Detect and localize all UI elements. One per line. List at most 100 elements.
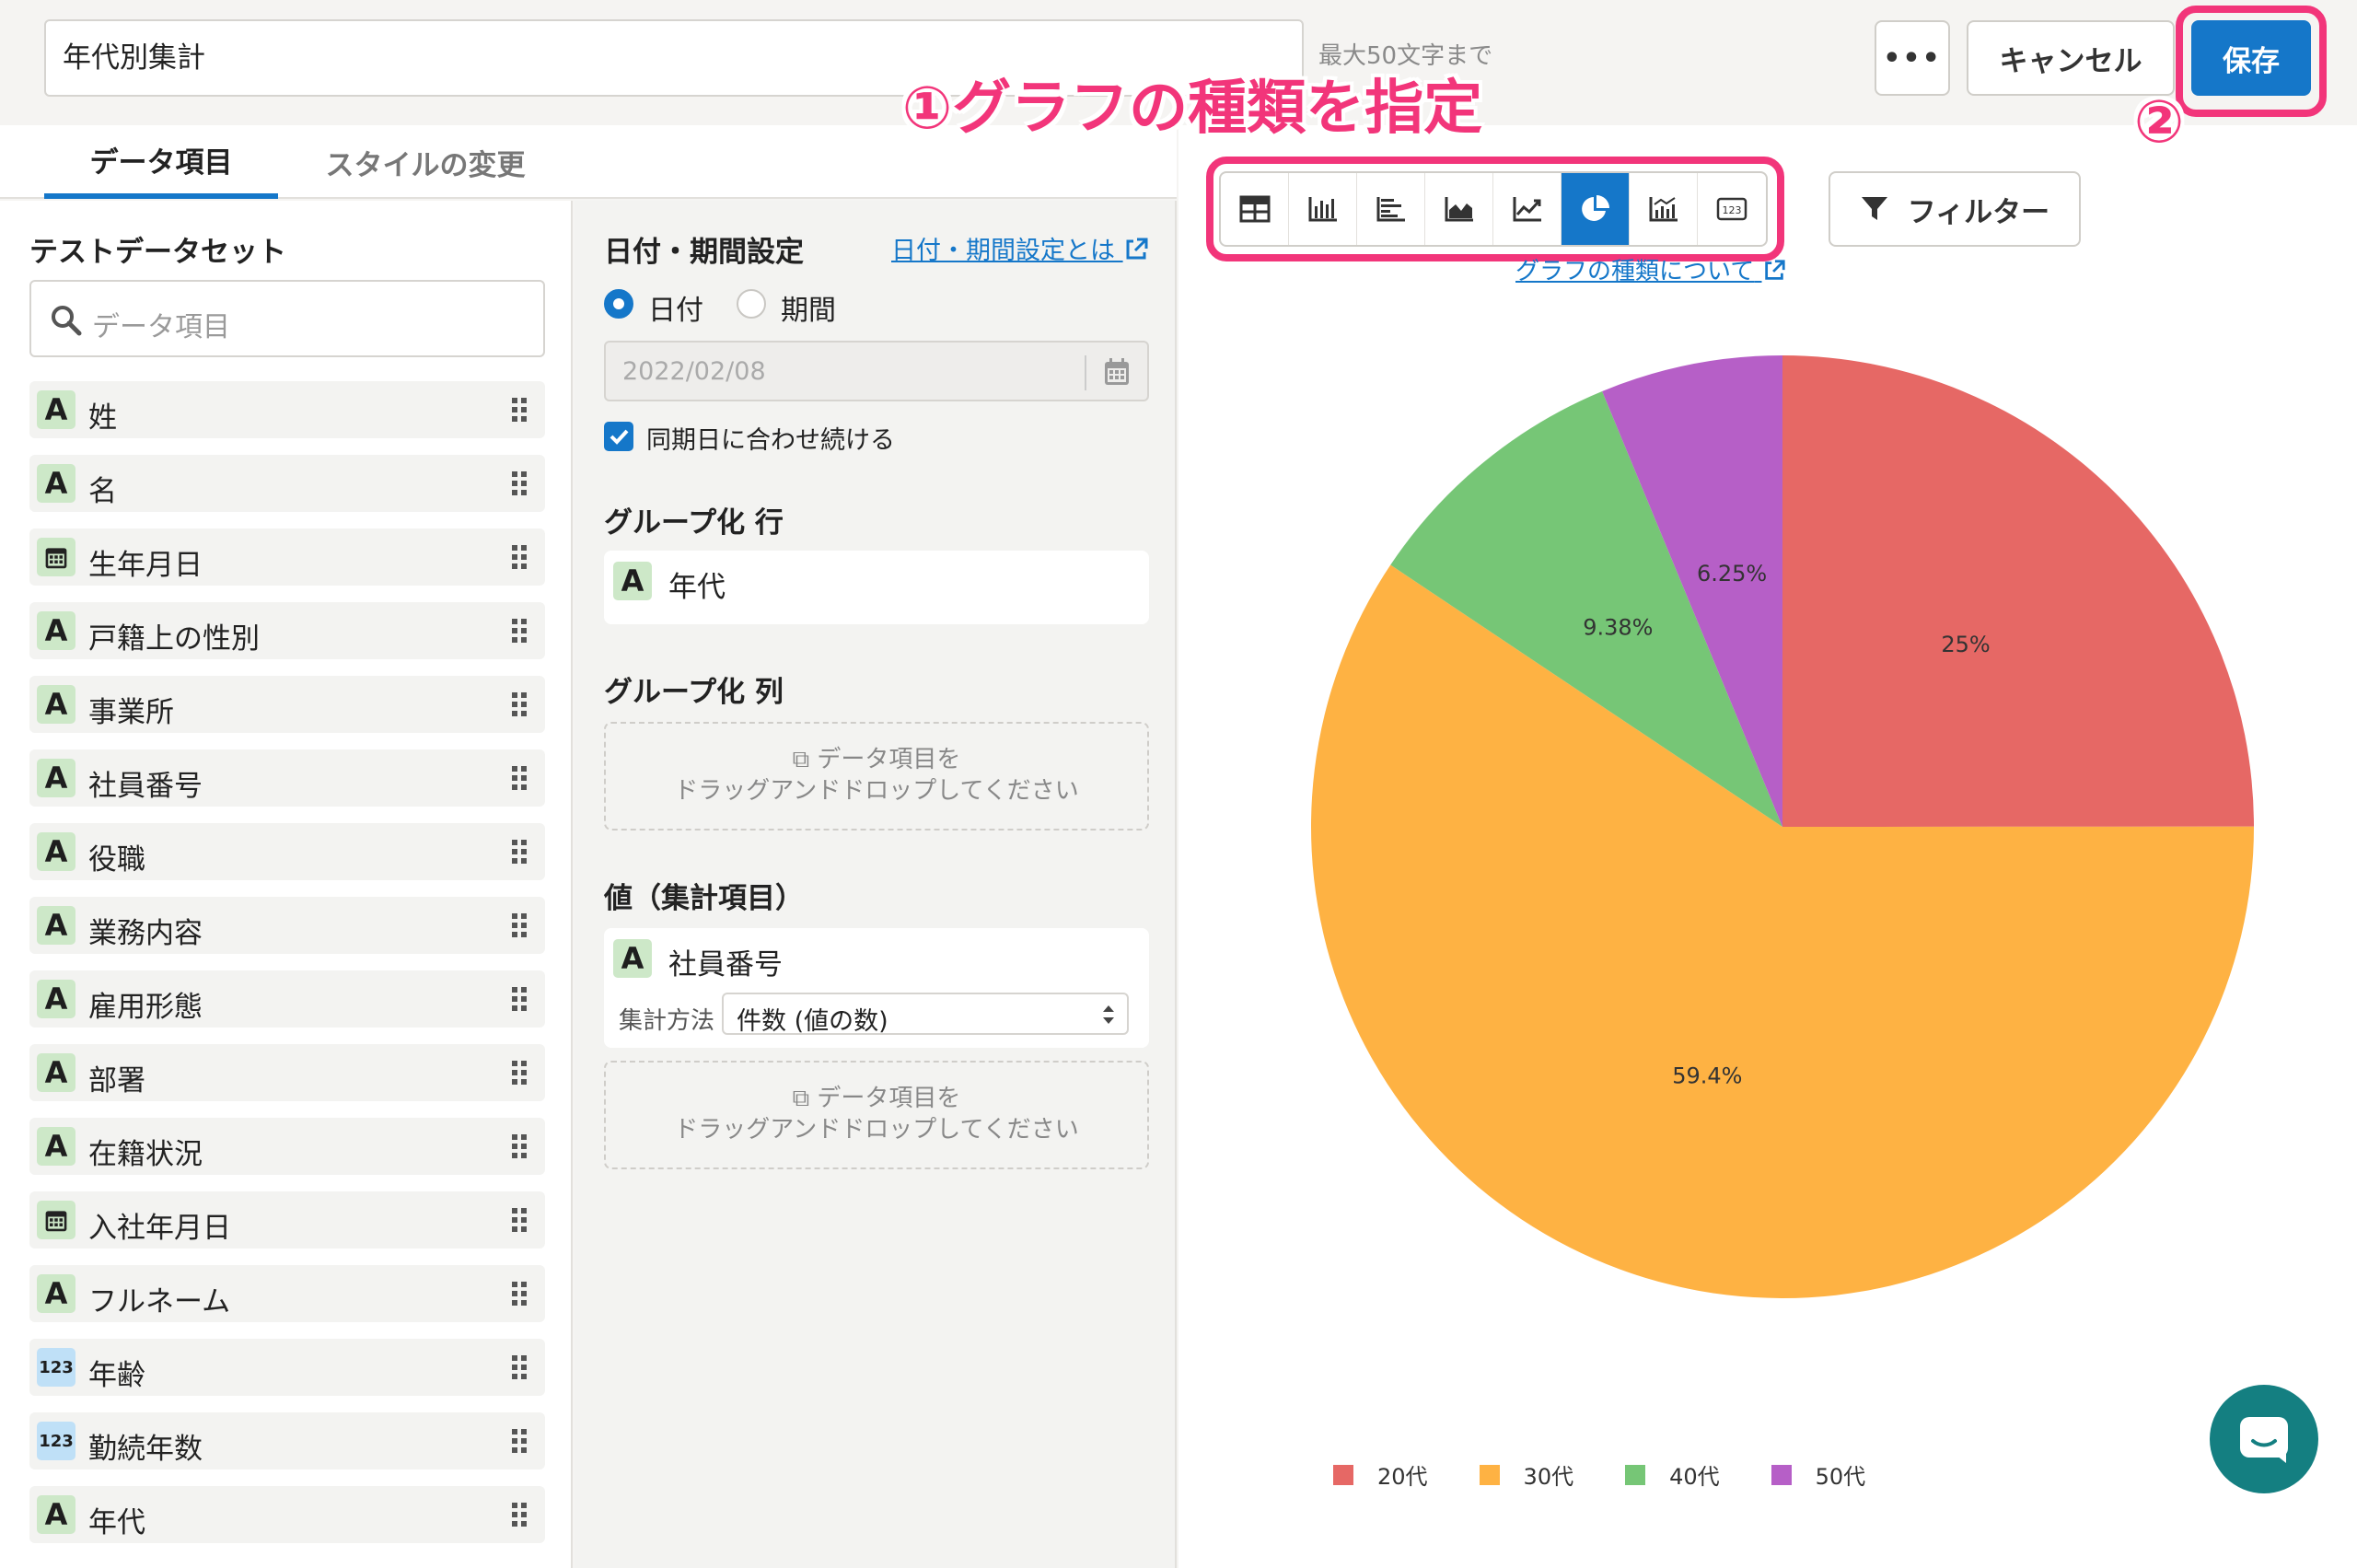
number-type-icon: 123 (37, 1348, 75, 1387)
field-item-label: 部署 (88, 1064, 145, 1098)
aggregation-select[interactable]: 件数 (値の数) (722, 993, 1129, 1036)
value-dropzone[interactable]: ⧉ データ項目を ドラッグアンドドロップしてください (604, 1061, 1149, 1169)
field-item-label: 業務内容 (88, 917, 203, 950)
group-row-field[interactable]: A 年代 (604, 551, 1149, 624)
field-item[interactable]: A 業務内容 (29, 897, 545, 954)
date-settings-help-link[interactable]: 日付・期間設定とは (891, 230, 1149, 266)
field-item[interactable]: A名 (29, 455, 545, 512)
field-item-label: 勤続年数 (88, 1433, 203, 1466)
drag-handle-icon[interactable] (510, 1206, 528, 1234)
field-item-label: 事業所 (88, 696, 174, 729)
field-item-label: 生年月日 (88, 549, 203, 582)
field-item-label: 年齢 (88, 1359, 145, 1392)
legend-swatch (1479, 1464, 1500, 1485)
cancel-button[interactable]: キャンセル (1967, 20, 2175, 96)
dropzone-line2: ドラッグアンドドロップしてください (674, 1116, 1079, 1144)
date-value: 2022/02/08 (622, 357, 766, 386)
text-type-icon: A (37, 1127, 75, 1166)
checkmark-icon (610, 429, 629, 445)
pie-slice[interactable] (1782, 355, 2254, 827)
same-day-label: 同期日に合わせ続ける (646, 426, 895, 455)
drag-handle-icon[interactable] (510, 838, 528, 865)
dropzone-line1: データ項目を (817, 746, 961, 773)
annotation-step1: ①グラフの種類を指定 (902, 75, 1483, 143)
field-item[interactable]: A姓 (29, 381, 545, 438)
field-item[interactable]: A 役職 (29, 823, 545, 880)
drag-handle-icon[interactable] (510, 1280, 528, 1307)
radio-date-label: 日付 (648, 295, 703, 327)
legend-item[interactable]: 20代 (1333, 1458, 1428, 1491)
same-day-checkbox[interactable] (604, 422, 633, 451)
field-item[interactable]: A 戸籍上の性別 (29, 602, 545, 659)
text-type-icon: A (37, 759, 75, 797)
radio-period-label: 期間 (781, 295, 836, 327)
chat-widget-button[interactable] (2210, 1385, 2318, 1493)
field-item-label: フルネーム (88, 1285, 231, 1318)
field-item[interactable]: A 雇用形態 (29, 970, 545, 1028)
drag-handle-icon[interactable] (510, 396, 528, 424)
drag-icon: ⧉ (792, 746, 810, 773)
drag-handle-icon[interactable] (510, 470, 528, 497)
drag-handle-icon[interactable] (510, 543, 528, 571)
legend-item[interactable]: 40代 (1625, 1458, 1720, 1491)
field-item-label: 年代 (88, 1506, 145, 1539)
number-type-icon: 123 (37, 1422, 75, 1460)
field-item-label: 雇用形態 (88, 991, 203, 1024)
field-item[interactable]: A 年代 (29, 1486, 545, 1543)
pie-data-label: 25% (1941, 632, 1990, 657)
field-item[interactable]: A 在籍状況 (29, 1118, 545, 1175)
tab-data-items[interactable]: データ項目 (44, 125, 278, 199)
tab-style[interactable]: スタイルの変更 (295, 125, 556, 199)
field-item-label: 入社年月日 (88, 1212, 231, 1245)
group-col-dropzone[interactable]: ⧉ データ項目を ドラッグアンドドロップしてください (604, 722, 1149, 830)
calendar-icon[interactable] (1103, 357, 1131, 387)
text-type-icon: A (37, 464, 75, 503)
drag-handle-icon[interactable] (510, 1353, 528, 1381)
field-item[interactable]: 入社年月日 (29, 1191, 545, 1249)
field-item[interactable]: A 事業所 (29, 676, 545, 733)
legend-item[interactable]: 30代 (1479, 1458, 1573, 1491)
drag-handle-icon[interactable] (510, 985, 528, 1013)
radio-date[interactable] (604, 289, 633, 319)
chart-legend: 20代 30代 40代 50代 (1333, 1458, 1917, 1491)
field-item[interactable]: A 部署 (29, 1044, 545, 1101)
field-item[interactable]: 123 勤続年数 (29, 1412, 545, 1469)
text-type-icon: A (613, 939, 652, 978)
group-col-title: グループ化 列 (604, 676, 784, 709)
drag-handle-icon[interactable] (510, 764, 528, 792)
date-field-divider (1085, 355, 1086, 390)
text-type-icon: A (37, 685, 75, 724)
pie-data-label: 59.4% (1672, 1063, 1742, 1088)
drag-handle-icon[interactable] (510, 617, 528, 645)
drag-handle-icon[interactable] (510, 1427, 528, 1455)
drag-handle-icon[interactable] (510, 1059, 528, 1086)
calendar-icon (37, 1201, 75, 1239)
settings-panel: 日付・期間設定 日付・期間設定とは 日付 期間 2022/02/08 同期日に合… (575, 201, 1177, 1568)
date-field[interactable]: 2022/02/08 (604, 341, 1149, 401)
field-item[interactable]: 生年月日 (29, 528, 545, 586)
field-list-panel: テストデータセット データ項目 A 姓 A 名生年月日 A 戸籍上の性別 A 事業所 A 社員番号… (0, 201, 573, 1568)
text-type-icon: A (37, 906, 75, 945)
save-highlight-frame (2176, 6, 2327, 117)
legend-label: 40代 (1669, 1464, 1720, 1490)
field-item[interactable]: 123 年齢 (29, 1339, 545, 1396)
field-item[interactable]: A フルネーム (29, 1265, 545, 1322)
drag-handle-icon[interactable] (510, 1501, 528, 1528)
more-options-button[interactable]: ••• (1875, 20, 1950, 96)
annotation-step2: ② (2134, 88, 2185, 157)
dataset-title: テストデータセット (29, 236, 286, 269)
drag-handle-icon[interactable] (510, 1132, 528, 1160)
text-type-icon: A (613, 562, 652, 600)
value-field[interactable]: A 社員番号 集計方法 件数 (値の数) (604, 928, 1149, 1048)
radio-period[interactable] (737, 289, 766, 319)
text-type-icon: A (37, 1053, 75, 1092)
aggregation-value: 件数 (値の数) (737, 1007, 888, 1036)
legend-item[interactable]: 50代 (1771, 1458, 1865, 1491)
drag-handle-icon[interactable] (510, 912, 528, 939)
pie-chart: 25% 59.4% 9.38% 6.25% (1311, 355, 2254, 1298)
field-item[interactable]: A 社員番号 (29, 749, 545, 807)
drag-handle-icon[interactable] (510, 691, 528, 718)
date-settings-title: 日付・期間設定 (604, 236, 804, 269)
field-item-label: 社員番号 (88, 770, 203, 803)
field-search-input[interactable]: データ項目 (29, 280, 545, 357)
